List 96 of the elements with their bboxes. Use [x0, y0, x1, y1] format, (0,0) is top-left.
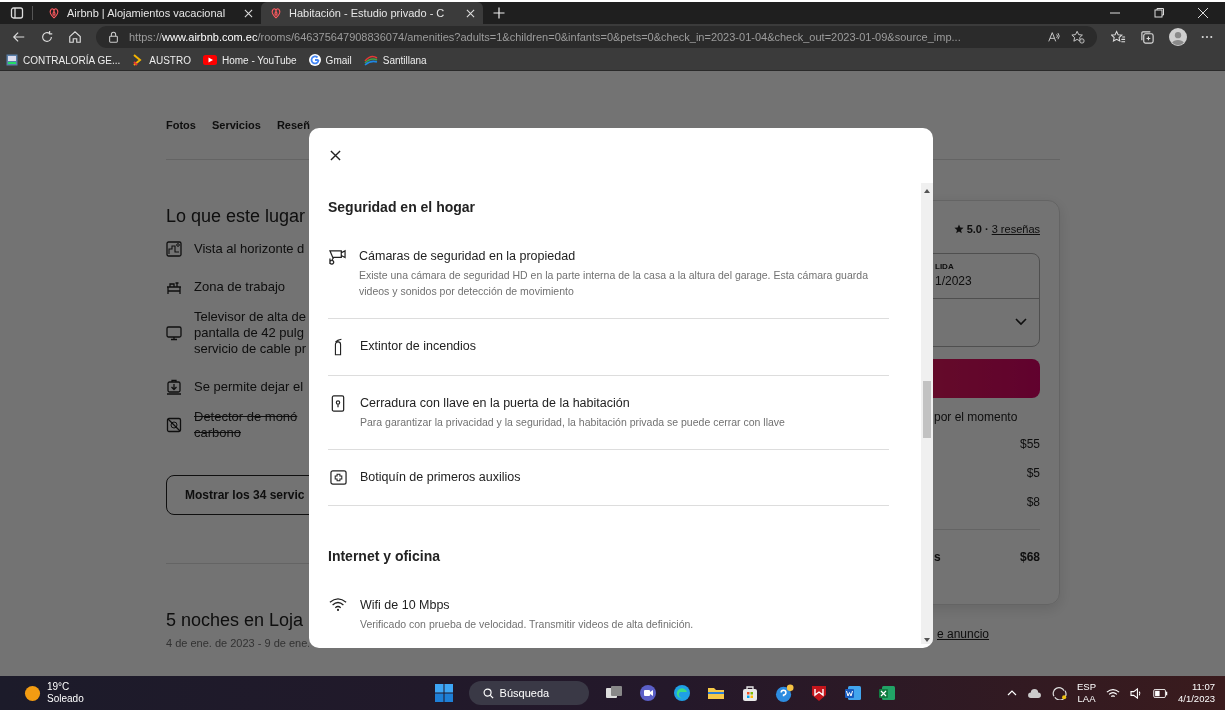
browser-tab[interactable]: Airbnb | Alojamientos vacacional: [39, 2, 261, 24]
section-heading: Internet y oficina: [328, 547, 442, 566]
show-all-button[interactable]: Mostrar los 34 servic: [166, 475, 309, 515]
rainbow-logo-icon: [363, 54, 378, 66]
play-icon: [202, 55, 217, 65]
section-link[interactable]: Fotos: [166, 119, 196, 159]
sun-icon: [24, 684, 41, 702]
temperature-text: 19°C: [47, 681, 71, 693]
speaker-icon[interactable]: [1130, 687, 1143, 699]
airbnb-icon: [269, 6, 283, 20]
help-app-icon[interactable]: [775, 683, 795, 703]
bookmark[interactable]: Santillana: [363, 54, 427, 66]
amenity-title: Cerradura con llave en la puerta de la habitación: [360, 395, 631, 412]
scroll-bar[interactable]: [921, 183, 933, 644]
section-heading: Lo que este lugar: [166, 206, 307, 227]
fire-extinguisher-icon: [332, 338, 344, 356]
refresh-icon[interactable]: [40, 30, 54, 44]
report-link[interactable]: e anuncio: [937, 627, 990, 641]
rating-value: 5.0 ·: [966, 223, 989, 235]
close-icon[interactable]: [330, 150, 341, 161]
bookmark[interactable]: CONTRALORÍA GE...: [6, 54, 121, 66]
door-lock-icon: [331, 395, 345, 412]
back-icon[interactable]: [12, 30, 26, 44]
search-icon: [482, 687, 494, 699]
price-value: $5: [1025, 465, 1040, 482]
amenity-title: Extintor de incendios: [360, 338, 477, 355]
language-indicator[interactable]: ESP LAA: [1077, 681, 1096, 705]
trip-title: 5 noches en Loja: [166, 610, 305, 631]
tab-actions-icon[interactable]: [10, 6, 24, 20]
luggage-icon: [166, 379, 182, 395]
wifi-icon: [329, 597, 347, 612]
cloud-icon[interactable]: [1027, 687, 1042, 699]
amenity-label: Vista al horizonte d: [194, 241, 305, 257]
section-link[interactable]: Reseñ: [276, 119, 310, 159]
wifi-icon[interactable]: [1106, 687, 1120, 699]
section-heading: Seguridad en el hogar: [328, 198, 477, 217]
document-icon: [6, 54, 18, 66]
bookmark[interactable]: Home - YouTube: [202, 54, 297, 66]
video-chat-icon[interactable]: [639, 684, 658, 702]
total-label: s: [934, 550, 941, 564]
clock[interactable]: 11:07 4/1/2023: [1178, 681, 1215, 705]
trip-dates: 4 de ene. de 2023 - 9 de ene.: [166, 637, 309, 649]
restore-icon[interactable]: [1153, 7, 1165, 19]
amenity-label: Televisor de alta de pantalla de 42 pulg servicio de cable pr: [194, 309, 306, 357]
url-text: https://www.airbnb.com.ec/rooms/646375647908836074/amenities?adults=1&children=0&infants=0&pets=0&check_in=2023-01-04&check_out=2023-01-09&source_imp...: [129, 31, 962, 43]
favorites-icon[interactable]: [1111, 29, 1126, 45]
bookmark[interactable]: AUSTRO: [132, 54, 191, 66]
crossed-detector-icon: [166, 417, 182, 433]
amenity-label: Detector de monó carbono: [194, 409, 298, 441]
home-icon[interactable]: [68, 30, 82, 44]
section-link[interactable]: Servicios: [211, 119, 261, 159]
star-icon: [953, 224, 964, 234]
search-button[interactable]: Búsqueda: [468, 681, 590, 705]
browser-tab[interactable]: Habitación - Estudio privado - C: [261, 2, 483, 24]
excel-icon[interactable]: [878, 684, 897, 702]
browser-icon[interactable]: [673, 684, 692, 702]
security-camera-icon: [328, 248, 347, 265]
word-icon[interactable]: [844, 684, 863, 702]
amenity-label: Se permite dejar el: [194, 379, 304, 395]
windows-start-icon[interactable]: [434, 684, 453, 702]
chevron-up-icon[interactable]: [1007, 690, 1017, 696]
chevron-down-icon[interactable]: [1015, 318, 1027, 326]
tv-icon: [166, 325, 182, 341]
amenity-description: Para garantizar la privacidad y la seguridad, la habitación privada se puede cerrar con llave: [360, 415, 785, 430]
amenity-title: Wifi de 10 Mbps: [360, 597, 451, 614]
new-tab-icon[interactable]: [493, 7, 505, 19]
close-tab-icon[interactable]: [244, 8, 253, 18]
sync-icon[interactable]: [1052, 686, 1067, 700]
first-aid-kit-icon: [329, 469, 347, 486]
more-icon[interactable]: [1201, 35, 1213, 39]
notice-text: por el momento: [934, 410, 1019, 424]
picture-frame-icon: [166, 241, 182, 257]
amenity-description: Verificado con prueba de velocidad. Transmitir videos de alta definición.: [360, 617, 694, 632]
price-value: $8: [1025, 494, 1040, 511]
amenity-title: Cámaras de seguridad en la propiedad: [359, 248, 577, 265]
amenity-title: Botiquín de primeros auxilios: [360, 469, 521, 486]
airbnb-icon: [47, 6, 61, 20]
read-aloud-icon[interactable]: [1047, 30, 1061, 44]
address-bar[interactable]: https://www.airbnb.com.ec/rooms/646375647908836074/amenities?adults=1&children=0&infants=0&pets=0&check_in=2023-01-04&check_out=2023-01-09&source_imp...: [96, 26, 1097, 48]
add-favorite-icon[interactable]: [1071, 30, 1085, 44]
bookmark[interactable]: Gmail: [308, 54, 352, 66]
battery-icon[interactable]: [1153, 688, 1168, 698]
lock-icon: [108, 31, 119, 43]
amenity-description: Existe una cámara de seguridad HD en la parte interna de la casa a la altura del garage. Esta cámara guarda videos y sonidos por detección de movimiento: [359, 268, 869, 299]
desk-icon: [166, 279, 182, 295]
store-bag-icon[interactable]: [741, 684, 760, 702]
shield-m-icon[interactable]: [810, 684, 829, 702]
amenity-label: Zona de trabajo: [194, 279, 286, 295]
google-g-icon: [308, 54, 321, 66]
collections-icon[interactable]: [1140, 29, 1155, 45]
price-value: $55: [1018, 436, 1040, 453]
close-tab-icon[interactable]: [466, 8, 475, 18]
profile-avatar[interactable]: [1169, 28, 1187, 46]
total-value: $68: [1019, 550, 1040, 564]
reviews-link[interactable]: 3 reseñas: [991, 223, 1040, 235]
weather-condition: Soleado: [47, 693, 84, 705]
